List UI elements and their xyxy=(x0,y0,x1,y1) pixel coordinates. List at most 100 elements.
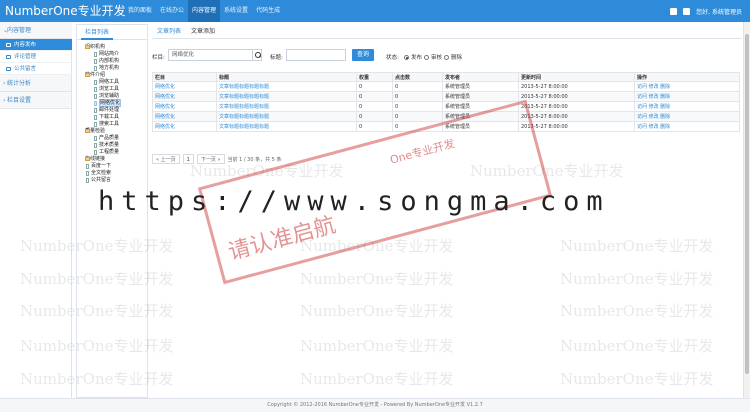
table-row: 网络优化 文章标题标题标题标题 0 0 系统管理员 2013-5-27 8:00:00 访问… xyxy=(152,91,740,102)
tree-node-label: 浏览工具 xyxy=(99,86,120,92)
cell-clicks: 0 xyxy=(392,81,443,92)
cell-actions[interactable]: 访问 修改 删除 xyxy=(634,81,740,92)
tree-node[interactable]: 百度一下 xyxy=(85,163,147,170)
tree-node[interactable]: 网络工具 xyxy=(85,79,147,86)
status-label: 状态: xyxy=(386,55,399,61)
search-icon[interactable] xyxy=(252,49,262,61)
list-icon xyxy=(6,67,11,71)
vertical-scrollbar[interactable] xyxy=(743,22,750,398)
tree-node[interactable]: 软件介绍 xyxy=(85,72,147,79)
tree-node[interactable]: 邮件处理 xyxy=(85,107,147,114)
cell-publisher: 系统管理员 xyxy=(442,81,519,92)
status-radio-publish[interactable]: 发布 xyxy=(404,53,422,61)
prev-page-button[interactable]: « 上一页 xyxy=(152,154,180,164)
cell-weight: 0 xyxy=(356,91,393,102)
tree-node-label: 网站简介 xyxy=(99,51,120,57)
chevron-right-icon: › xyxy=(3,97,6,104)
tree-node[interactable]: 搜索工具 xyxy=(85,121,147,128)
faint-watermark: NumberOne专业开发 xyxy=(560,270,714,288)
file-icon xyxy=(94,59,97,64)
tab-article-add[interactable]: 文章添加 xyxy=(186,24,220,39)
scrollbar-thumb[interactable] xyxy=(745,34,749,374)
status-radio-review[interactable]: 审核 xyxy=(424,53,442,61)
menu-head-columns[interactable]: › 栏目设置 xyxy=(0,92,71,109)
tree-node[interactable]: 组织机构 xyxy=(85,44,147,51)
cell-actions[interactable]: 访问 修改 删除 xyxy=(634,101,740,112)
file-icon xyxy=(86,171,89,176)
cell-column[interactable]: 网络优化 xyxy=(152,121,217,132)
top-bar: NumberOne专业开发 我的面板 在线办公 内容管理 系统设置 代码生成 您… xyxy=(0,0,750,22)
topnav-item-content[interactable]: 内容管理 xyxy=(188,0,221,22)
table-header-row: 栏目 标题 权重 点击数 发布者 更新时间 操作 xyxy=(152,72,740,82)
cell-weight: 0 xyxy=(356,81,393,92)
tree-node[interactable]: 产品质量 xyxy=(85,135,147,142)
table-row: 网络优化 文章标题标题标题标题 0 0 系统管理员 2013-5-27 8:00:00 访问… xyxy=(152,101,740,112)
tree-node[interactable]: 技术质量 xyxy=(85,142,147,149)
tree-node[interactable]: 在线链接 xyxy=(85,156,147,163)
tree-node[interactable]: 内部机构 xyxy=(85,58,147,65)
cell-weight: 0 xyxy=(356,121,393,132)
col-weight: 权重 xyxy=(356,72,393,82)
cell-updated: 2013-5-27 8:00:00 xyxy=(518,121,635,132)
radio-label: 删除 xyxy=(451,55,463,61)
status-radio-deleted[interactable]: 删除 xyxy=(444,53,462,61)
tree-node[interactable]: 质量检验 xyxy=(85,128,147,135)
url-watermark: https://www.songma.com xyxy=(98,186,610,217)
folder-icon xyxy=(85,157,90,161)
column-tree: 组织机构 网站简介 内部机构 地方机构 软件介绍 网络工具 浏览工具 浏览辅助 网络优化 邮件处理… xyxy=(77,40,147,184)
cell-column[interactable]: 网络优化 xyxy=(152,101,217,112)
menu-head-content[interactable]: ⌄ 内容管理 xyxy=(0,22,72,39)
menu-item-comments[interactable]: 评论管理 xyxy=(0,51,72,63)
tree-node[interactable]: 工程质量 xyxy=(85,149,147,156)
folder-icon xyxy=(85,45,90,49)
tree-node[interactable]: 下载工具 xyxy=(85,114,147,121)
cell-actions[interactable]: 访问 修改 删除 xyxy=(634,111,740,122)
column-select[interactable]: 网络优化 xyxy=(168,49,262,61)
cell-clicks: 0 xyxy=(392,101,443,112)
cell-title[interactable]: 文章标题标题标题标题 xyxy=(216,91,357,102)
brand-title[interactable]: NumberOne专业开发 xyxy=(5,3,126,19)
cell-title[interactable]: 文章标题标题标题标题 xyxy=(216,121,357,132)
tree-node[interactable]: 浏览工具 xyxy=(85,86,147,93)
title-input[interactable] xyxy=(286,49,346,61)
cell-actions[interactable]: 访问 修改 删除 xyxy=(634,121,740,132)
menu-item-messages[interactable]: 公共留言 xyxy=(0,63,72,75)
tree-tab: 栏目列表 xyxy=(77,25,147,40)
faint-watermark: NumberOne专业开发 xyxy=(20,302,174,320)
tree-node[interactable]: 全文检索 xyxy=(85,170,147,177)
tree-tab-label[interactable]: 栏目列表 xyxy=(81,25,114,40)
cell-updated: 2013-5-27 8:00:00 xyxy=(518,81,635,92)
topnav-item-panel[interactable]: 我的面板 xyxy=(124,0,156,22)
cell-title[interactable]: 文章标题标题标题标题 xyxy=(216,101,357,112)
search-bar: 栏目: 网络优化 标题: 查询 状态: 发布 审核 删除 xyxy=(152,44,742,68)
menu-head-stats[interactable]: › 统计分析 xyxy=(0,75,71,92)
user-greeting[interactable]: 您好, 系统管理员 xyxy=(696,7,742,16)
cell-actions[interactable]: 访问 修改 删除 xyxy=(634,91,740,102)
topnav-item-settings[interactable]: 系统设置 xyxy=(220,0,252,22)
stamp-subtext: One专业开发 xyxy=(388,136,457,167)
home-icon[interactable] xyxy=(670,7,678,15)
tree-node[interactable]: 公共留言 xyxy=(85,177,147,184)
file-icon xyxy=(94,115,97,120)
search-button[interactable]: 查询 xyxy=(352,49,374,61)
folder-icon xyxy=(85,73,90,77)
menu-item-publish[interactable]: 内容发布 xyxy=(0,39,72,51)
cell-title[interactable]: 文章标题标题标题标题 xyxy=(216,111,357,122)
tab-article-list[interactable]: 文章列表 xyxy=(152,24,186,39)
tree-node[interactable]: 地方机构 xyxy=(85,65,147,72)
cell-column[interactable]: 网络优化 xyxy=(152,111,217,122)
faint-watermark: NumberOne专业开发 xyxy=(20,237,174,255)
tree-node[interactable]: 网络优化 xyxy=(85,99,147,107)
cell-column[interactable]: 网络优化 xyxy=(152,91,217,102)
cell-column[interactable]: 网络优化 xyxy=(152,81,217,92)
list-icon[interactable] xyxy=(683,7,691,15)
cell-title[interactable]: 文章标题标题标题标题 xyxy=(216,81,357,92)
tree-node-label: 地方机构 xyxy=(99,65,120,71)
tree-node-label: 工程质量 xyxy=(99,149,120,155)
cell-clicks: 0 xyxy=(392,111,443,122)
tree-node[interactable]: 网站简介 xyxy=(85,51,147,58)
faint-watermark: NumberOne专业开发 xyxy=(560,237,714,255)
topnav-item-office[interactable]: 在线办公 xyxy=(156,0,188,22)
topnav-item-codegen[interactable]: 代码生成 xyxy=(252,0,284,22)
col-publisher: 发布者 xyxy=(442,72,519,82)
